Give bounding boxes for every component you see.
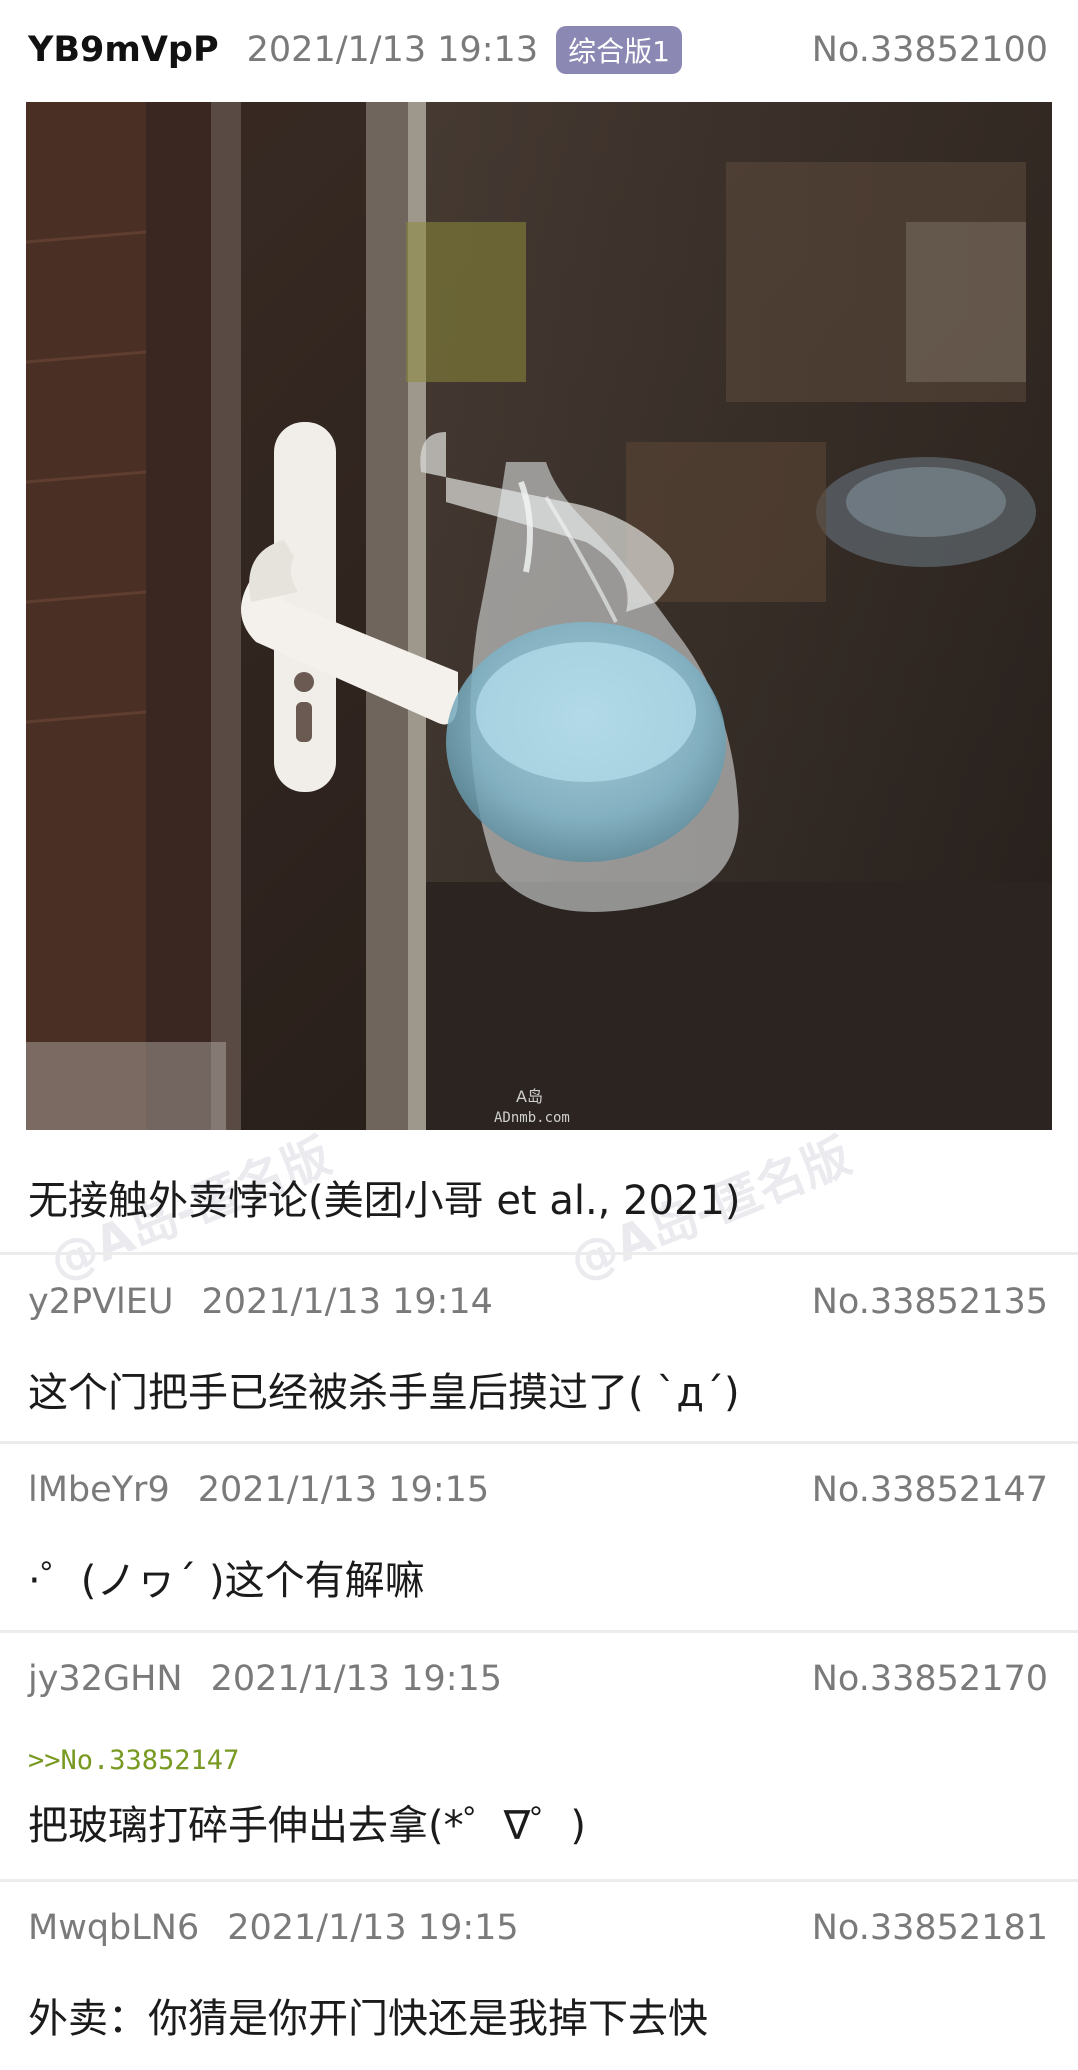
reply-content: 这个门把手已经被杀手皇后摸过了( `д´) [28, 1370, 740, 1416]
board-badge[interactable]: 综合版1 [556, 26, 682, 74]
photo-illustration: A岛 ADnmb.com [26, 102, 1052, 1130]
reply-post: y2PVlEU 2021/1/13 19:14 No.33852135 这个门把… [0, 1254, 1078, 1444]
reply-post-number[interactable]: No.33852135 [812, 1282, 1048, 1322]
reply-user-id[interactable]: MwqbLN6 [28, 1908, 199, 1948]
reply-quote-link[interactable]: >>No.33852147 [28, 1745, 239, 1776]
reply-post-number[interactable]: No.33852181 [812, 1908, 1048, 1948]
reply-post: MwqbLN6 2021/1/13 19:15 No.33852181 外卖：你… [0, 1882, 1078, 2070]
reply-header: y2PVlEU 2021/1/13 19:14 No.33852135 [28, 1282, 1048, 1322]
reply-post: lMbeYr9 2021/1/13 19:15 No.33852147 ·゜(ノ… [0, 1444, 1078, 1632]
reply-content: 把玻璃打碎手伸出去拿(*゜∇゜) [28, 1803, 586, 1849]
op-time: 2021/1/13 19:13 [246, 30, 539, 70]
op-photo[interactable]: A岛 ADnmb.com [26, 102, 1052, 1130]
reply-time: 2021/1/13 19:15 [227, 1908, 519, 1948]
reply-post: jy32GHN 2021/1/13 19:15 No.33852170 >>No… [0, 1633, 1078, 1880]
image-watermark-site: ADnmb.com [494, 1110, 570, 1126]
reply-header: MwqbLN6 2021/1/13 19:15 No.33852181 [28, 1908, 1048, 1948]
op-content: 无接触外卖悖论(美团小哥 et al., 2021) [28, 1178, 741, 1224]
reply-user-id[interactable]: jy32GHN [28, 1659, 183, 1699]
reply-header: jy32GHN 2021/1/13 19:15 No.33852170 [28, 1659, 1048, 1699]
op-header: YB9mVpP 2021/1/13 19:13 综合版1 No.33852100 [28, 26, 1048, 74]
reply-content: ·゜(ノヮ´ )这个有解嘛 [28, 1558, 425, 1604]
reply-header: lMbeYr9 2021/1/13 19:15 No.33852147 [28, 1470, 1048, 1510]
op-post: YB9mVpP 2021/1/13 19:13 综合版1 No.33852100 [0, 0, 1078, 1250]
reply-user-id[interactable]: lMbeYr9 [28, 1470, 170, 1510]
reply-post-number[interactable]: No.33852147 [812, 1470, 1048, 1510]
reply-time: 2021/1/13 19:15 [197, 1470, 490, 1510]
op-post-number[interactable]: No.33852100 [812, 30, 1048, 70]
reply-time: 2021/1/13 19:14 [201, 1282, 493, 1322]
reply-content: 外卖：你猜是你开门快还是我掉下去快 [28, 1996, 708, 2042]
reply-post-number[interactable]: No.33852170 [812, 1659, 1048, 1699]
reply-user-id[interactable]: y2PVlEU [28, 1282, 174, 1322]
reply-time: 2021/1/13 19:15 [210, 1659, 503, 1699]
op-user-id[interactable]: YB9mVpP [28, 30, 219, 70]
image-watermark-logo: A岛 [516, 1087, 543, 1106]
